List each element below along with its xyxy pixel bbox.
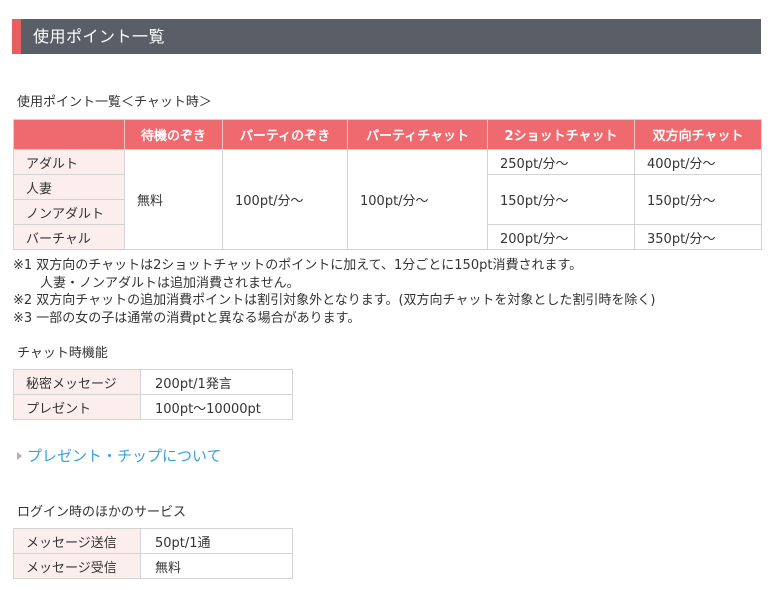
row-header-wife: 人妻 (13, 174, 125, 200)
present-tip-link-label: プレゼント・チップについて (27, 447, 222, 465)
two-way-wife-nonadult-value: 150pt/分～ (634, 174, 762, 225)
column-header-waiting-peek: 待機のぞき (124, 119, 223, 150)
footnote-1-sub: 人妻・ノンアダルトは追加消費されません。 (40, 275, 300, 291)
footnotes: ※1 双方向のチャットは2ショットチャットのポイントに加えて、1分ごとに150p… (13, 257, 656, 327)
usage-points-table: 待機のぞき パーティのぞき パーティチャット 2ショットチャット 双方向チャット… (13, 119, 762, 250)
table-row: プレゼント 100pt～10000pt (13, 394, 293, 420)
feature-label: プレゼント (13, 394, 141, 420)
table-row: メッセージ受信 無料 (13, 553, 293, 579)
party-peek-value: 100pt/分～ (222, 149, 348, 250)
two-shot-adult-value: 250pt/分～ (487, 149, 635, 175)
two-shot-wife-nonadult-value: 150pt/分～ (487, 174, 635, 225)
feature-label: 秘密メッセージ (13, 369, 141, 395)
service-label: メッセージ送信 (13, 528, 141, 554)
login-services-caption: ログイン時のほかのサービス (17, 505, 187, 520)
column-header-party-chat: パーティチャット (347, 119, 488, 150)
feature-value: 100pt～10000pt (140, 394, 293, 420)
two-shot-virtual-value: 200pt/分～ (487, 224, 635, 250)
column-header-two-shot: 2ショットチャット (487, 119, 635, 150)
row-header-nonadult: ノンアダルト (13, 199, 125, 225)
row-header-virtual: バーチャル (13, 224, 125, 250)
two-way-adult-value: 400pt/分～ (634, 149, 762, 175)
two-way-virtual-value: 350pt/分～ (634, 224, 762, 250)
usage-table-caption: 使用ポイント一覧＜チャット時＞ (17, 95, 212, 110)
waiting-peek-value: 無料 (124, 149, 223, 250)
footnote-3: ※3 一部の女の子は通常の消費ptと異なる場合があります。 (13, 310, 361, 326)
service-label: メッセージ受信 (13, 553, 141, 579)
party-chat-value: 100pt/分～ (347, 149, 488, 250)
login-services-table: メッセージ送信 50pt/1通 メッセージ受信 無料 (13, 528, 293, 579)
chat-features-table: 秘密メッセージ 200pt/1発言 プレゼント 100pt～10000pt (13, 369, 293, 420)
service-value: 50pt/1通 (140, 528, 293, 554)
triangle-right-icon (17, 451, 22, 460)
table-row: メッセージ送信 50pt/1通 (13, 528, 293, 554)
footnote-1: ※1 双方向のチャットは2ショットチャットのポイントに加えて、1分ごとに150p… (13, 258, 583, 273)
feature-value: 200pt/1発言 (140, 369, 293, 395)
table-row: 秘密メッセージ 200pt/1発言 (13, 369, 293, 395)
present-tip-link[interactable]: プレゼント・チップについて (17, 445, 222, 466)
footnote-2: ※2 双方向チャットの追加消費ポイントは割引対象外となります。(双方向チャットを… (13, 293, 656, 308)
table-corner-cell (13, 119, 125, 150)
row-header-adult: アダルト (13, 149, 125, 175)
table-row: アダルト 無料 100pt/分～ 100pt/分～ 250pt/分～ 400pt… (13, 149, 762, 250)
chat-features-caption: チャット時機能 (17, 346, 108, 361)
page-header: 使用ポイント一覧 (12, 19, 761, 54)
column-header-two-way: 双方向チャット (634, 119, 762, 150)
column-header-party-peek: パーティのぞき (222, 119, 348, 150)
service-value: 無料 (140, 553, 293, 579)
table-header-row: 待機のぞき パーティのぞき パーティチャット 2ショットチャット 双方向チャット (13, 119, 762, 150)
page-title: 使用ポイント一覧 (33, 27, 166, 46)
